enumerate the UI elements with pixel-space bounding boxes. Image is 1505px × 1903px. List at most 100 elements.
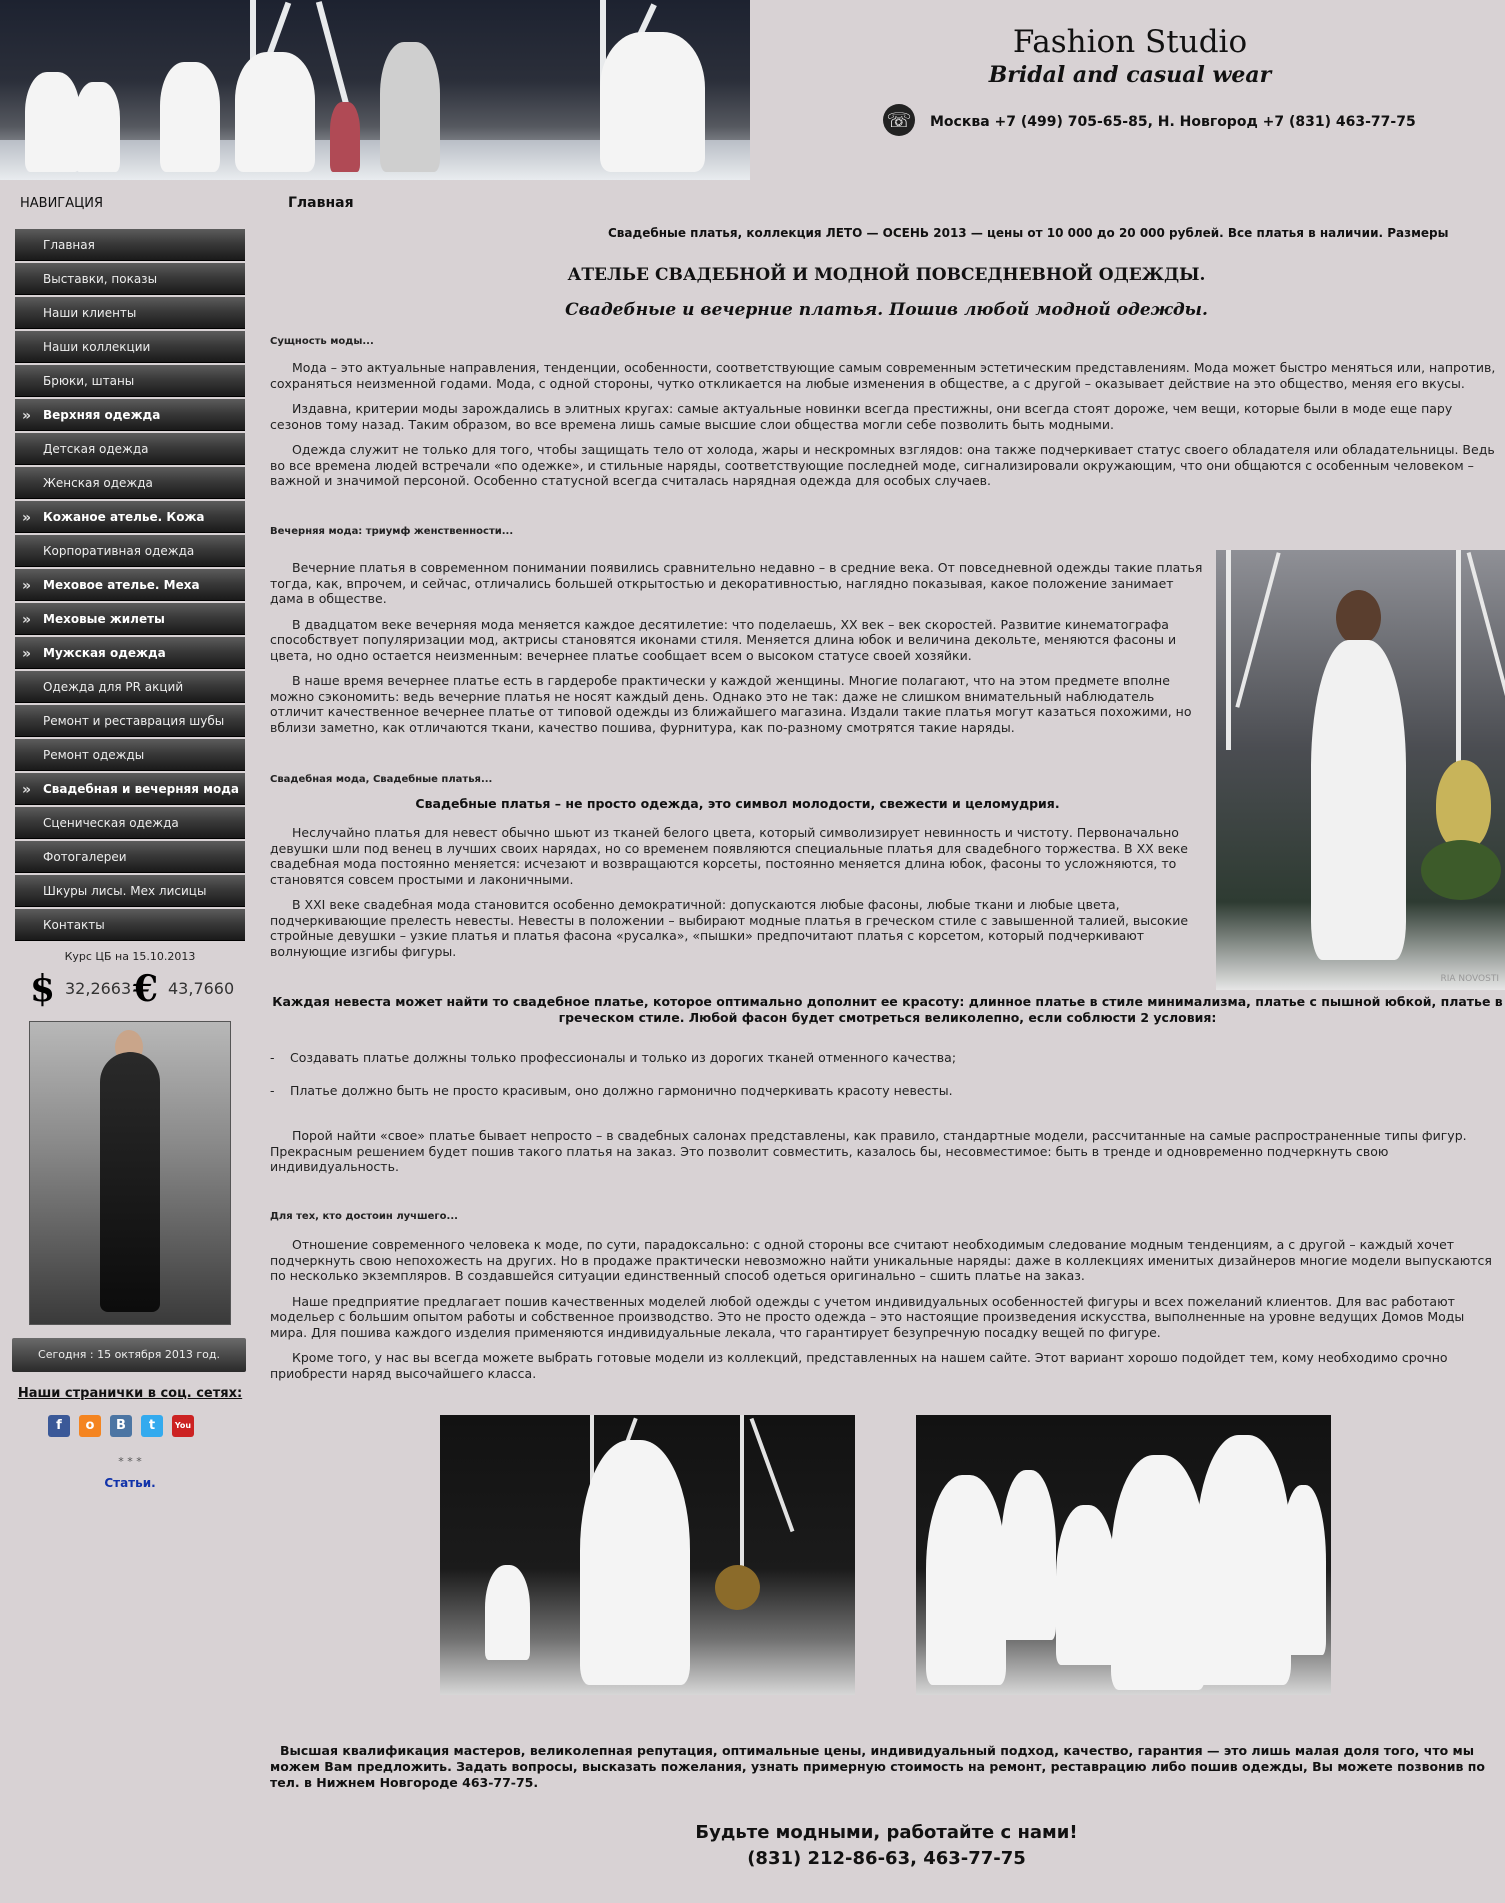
section-bridal-title: Свадебная мода, Свадебные платья... [270, 774, 493, 785]
vkontakte-icon[interactable]: B [110, 1415, 132, 1437]
sidebar-item-label: Меховые жилеты [43, 612, 165, 626]
sidebar-item-label: Одежда для PR акций [43, 680, 184, 694]
news-ticker-text: Свадебные платья, коллекция ЛЕТО — ОСЕНЬ… [608, 226, 1449, 240]
section-custom-body: Порой найти «свое» платье бывает непрост… [270, 1128, 1502, 1175]
sidebar-item-label: Наши коллекции [43, 340, 151, 354]
phone-icon: ☏ [883, 104, 915, 136]
photo-watermark: RIA NOVOSTI [1440, 974, 1499, 984]
chevron-right-icon: » [22, 408, 32, 424]
sidebar-item[interactable]: Контакты [15, 909, 245, 941]
paragraph: Отношение современного человека к моде, … [270, 1237, 1492, 1283]
sidebar-item[interactable]: » Меховое ателье. Меха [15, 569, 245, 601]
social-icons: f о Bt You [48, 1415, 194, 1437]
stars-divider: * * * [118, 1455, 142, 1468]
sidebar-item[interactable]: Шкуры лисы. Мех лисицы [15, 875, 245, 907]
sidebar-item-label: Выставки, показы [43, 272, 158, 286]
conditions-list: Создавать платье должны только профессио… [270, 1050, 1500, 1116]
chevron-right-icon: » [22, 510, 32, 526]
sidebar-item-label: Свадебная и вечерняя мода [43, 782, 239, 796]
sidebar-item-label: Ремонт одежды [43, 748, 145, 762]
sidebar-item-label: Главная [43, 238, 95, 252]
sidebar-item[interactable]: Выставки, показы [15, 263, 245, 295]
list-item: Создавать платье должны только профессио… [270, 1050, 1500, 1065]
sidebar-item[interactable]: Ремонт одежды [15, 739, 245, 771]
paragraph: Наше предприятие предлагает пошив качест… [270, 1293, 1465, 1340]
sidebar-item[interactable]: » Мужская одежда [15, 637, 245, 669]
sidebar-item-label: Верхняя одежда [43, 408, 161, 422]
section-best-body: Отношение современного человека к моде, … [270, 1237, 1502, 1381]
nav-menu: Главная Выставки, показы Наши клиенты Наши … [15, 229, 245, 943]
sidebar-item[interactable]: Ремонт и реставрация шубы [15, 705, 245, 737]
paragraph: Кроме того, у нас вы всегда можете выбра… [270, 1350, 1448, 1381]
breadcrumb: Главная [288, 195, 354, 211]
dollar-icon: $ [30, 968, 56, 1010]
sidebar-item[interactable]: » Верхняя одежда [15, 399, 245, 431]
section-best-title: Для тех, кто достоин лучшего... [270, 1211, 458, 1222]
sidebar-item-label: Наши клиенты [43, 306, 137, 320]
sidebar-item-label: Детская одежда [43, 442, 149, 456]
chevron-right-icon: » [22, 612, 32, 628]
list-item: Платье должно быть не просто красивым, о… [270, 1083, 1500, 1098]
page-heading: АТЕЛЬЕ СВАДЕБНОЙ И МОДНОЙ ПОВСЕДНЕВНОЙ О… [567, 265, 1206, 285]
sidebar-item-label: Сценическая одежда [43, 816, 179, 830]
chevron-right-icon: » [22, 578, 32, 594]
sidebar-item[interactable]: » Кожаное ателье. Кожа [15, 501, 245, 533]
odnoklassniki-icon[interactable]: о [79, 1415, 101, 1437]
sidebar-item-label: Брюки, штаны [43, 374, 135, 388]
euro-icon: € [133, 968, 159, 1010]
sidebar-item[interactable]: Детская одежда [15, 433, 245, 465]
sidebar-item[interactable]: Наши коллекции [15, 331, 245, 363]
sidebar-item[interactable]: » Свадебная и вечерняя мода [15, 773, 245, 805]
eur-rate-value: 43,7660 [168, 979, 235, 998]
twitter-icon[interactable]: t [141, 1415, 163, 1437]
sidebar-item[interactable]: Сценическая одежда [15, 807, 245, 839]
header-phones: Москва +7 (499) 705-65-85, Н. Новгород +… [930, 114, 1416, 130]
sidebar-item-label: Ремонт и реставрация шубы [43, 714, 225, 728]
articles-link[interactable]: Статьи. [15, 1476, 245, 1490]
social-title: Наши странички в соц. сетях: [17, 1386, 243, 1401]
youtube-icon[interactable]: You [172, 1415, 194, 1437]
site-title: Fashion Studio [1012, 24, 1248, 60]
usd-rate-value: 32,2663 [65, 979, 132, 998]
sidebar-item-label: Корпоративная одежда [43, 544, 195, 558]
sidebar-item[interactable]: Одежда для PR акций [15, 671, 245, 703]
paragraph: Мода – это актуальные направления, тенде… [270, 360, 1496, 391]
section-evening-title: Вечерняя мода: триумф женственности... [270, 526, 514, 537]
header-runway-photo [0, 0, 750, 180]
sidebar-item-label: Фотогалереи [43, 850, 127, 864]
chevron-right-icon: » [22, 646, 32, 662]
sidebar-item-label: Мужская одежда [43, 646, 166, 660]
sidebar-item[interactable]: Наши клиенты [15, 297, 245, 329]
cta-phone: (831) 212-86-63, 463-77-75 [747, 1848, 1026, 1869]
sidebar-fashion-photo[interactable] [29, 1021, 231, 1325]
sidebar-item[interactable]: Корпоративная одежда [15, 535, 245, 567]
section-bridal-subtitle: Свадебные платья – не просто одежда, это… [415, 796, 1060, 811]
sidebar-item-label: Женская одежда [43, 476, 153, 490]
paragraph: Издавна, критерии моды зарождались в эли… [270, 401, 1453, 432]
sidebar-item-label: Шкуры лисы. Мех лисицы [43, 884, 207, 898]
gallery-photo-2[interactable] [916, 1415, 1331, 1695]
page-subheading: Свадебные и вечерние платья. Пошив любой… [565, 300, 1208, 320]
paragraph: Неслучайно платья для невест обычно шьют… [270, 825, 1188, 887]
facebook-icon[interactable]: f [48, 1415, 70, 1437]
exchange-rates-title: Курс ЦБ на 15.10.2013 [64, 950, 196, 963]
sidebar-item[interactable]: Фотогалереи [15, 841, 245, 873]
sidebar-item[interactable]: Главная [15, 229, 245, 261]
callout-text: Каждая невеста может найти то свадебное … [272, 994, 1503, 1025]
nav-title: НАВИГАЦИЯ [20, 196, 103, 211]
section-evening-body: Вечерние платья в современном понимании … [270, 560, 1205, 735]
paragraph: В XXI веке свадебная мода становится осо… [270, 897, 1189, 959]
sidebar-item-label: Кожаное ателье. Кожа [43, 510, 205, 524]
sidebar-item[interactable]: » Меховые жилеты [15, 603, 245, 635]
sidebar-item[interactable]: Брюки, штаны [15, 365, 245, 397]
sidebar-item-label: Контакты [43, 918, 105, 932]
paragraph: Вечерние платья в современном понимании … [270, 560, 1203, 606]
paragraph: В наше время вечернее платье есть в гард… [270, 673, 1192, 735]
sidebar-item[interactable]: Женская одежда [15, 467, 245, 499]
gallery-photo-1[interactable] [440, 1415, 855, 1695]
paragraph: Одежда служит не только для того, чтобы … [270, 442, 1495, 488]
section-fashion-body: Мода – это актуальные направления, тенде… [270, 360, 1502, 489]
paragraph: В двадцатом веке вечерняя мода меняется … [270, 616, 1177, 663]
paragraph: Порой найти «свое» платье бывает непрост… [270, 1128, 1467, 1174]
site-subtitle: Bridal and casual wear [988, 62, 1272, 88]
